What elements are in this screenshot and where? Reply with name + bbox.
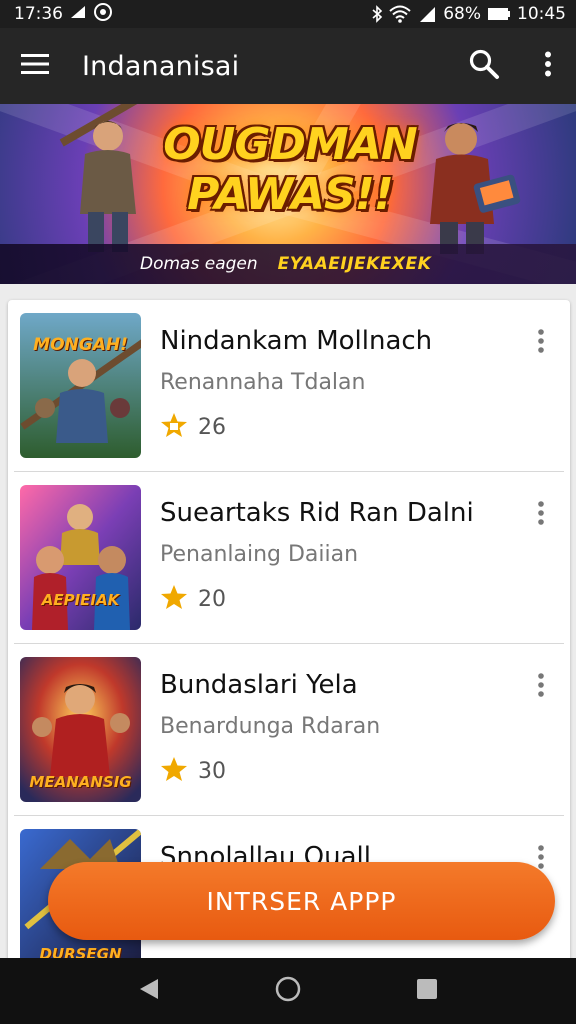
game-subtitle: Renannaha Tdalan: [160, 370, 366, 395]
game-subtitle: Benardunga Rdaran: [160, 714, 381, 739]
app-bar: Indananisai: [0, 28, 576, 104]
recents-square-icon: [416, 978, 438, 1004]
list-item[interactable]: MEANANSIG Bundaslari Yela Benardunga Rda…: [14, 644, 564, 816]
game-thumbnail: MONGAH!: [20, 313, 141, 458]
more-vert-icon: [537, 501, 545, 529]
thumbnail-caption: MONGAH!: [33, 335, 128, 355]
thumbnail-caption: AEPIEIAK: [41, 591, 120, 609]
cast-icon: [69, 4, 87, 25]
rating-value: 30: [198, 758, 226, 784]
star-icon: [160, 412, 188, 442]
wifi-icon: [389, 5, 411, 23]
game-rating: 26: [160, 412, 226, 442]
status-left: 17:36: [14, 2, 113, 27]
nav-home-button[interactable]: [258, 961, 318, 1021]
item-more-button[interactable]: [526, 672, 556, 702]
banner-subtitle: Domas eagen: [140, 254, 258, 274]
system-nav-bar: [0, 958, 576, 1024]
banner-title-line2: PAWAS!!: [187, 169, 394, 220]
game-title: Nindankam Mollnach: [160, 326, 433, 356]
thumbnail-caption: MEANANSIG: [29, 773, 132, 791]
status-bar: 17:36 68% 10:45: [0, 0, 576, 28]
overflow-menu-button[interactable]: [520, 28, 576, 104]
signal-icon: [417, 5, 437, 23]
rating-value: 26: [198, 414, 226, 440]
install-app-button[interactable]: INTRSER APPP: [48, 862, 555, 940]
hamburger-menu-icon: [21, 53, 49, 79]
game-rating: 30: [160, 756, 226, 786]
battery-icon: [487, 7, 511, 21]
item-more-button[interactable]: [526, 500, 556, 530]
more-vert-icon: [537, 673, 545, 701]
search-icon: [468, 48, 500, 84]
app-title: Indananisai: [82, 50, 240, 82]
list-item[interactable]: AEPIEIAK Sueartaks Rid Ran Dalni Penanla…: [14, 472, 564, 644]
game-subtitle: Penanlaing Daiian: [160, 542, 359, 567]
home-circle-icon: [275, 976, 301, 1006]
status-time-right: 10:45: [517, 4, 566, 24]
game-thumbnail: AEPIEIAK: [20, 485, 141, 630]
game-rating: 20: [160, 584, 226, 614]
star-icon: [160, 584, 188, 614]
game-title: Bundaslari Yela: [160, 670, 358, 700]
nav-back-button[interactable]: [119, 961, 179, 1021]
banner-title: OUGDMAN PAWAS!!: [140, 120, 440, 220]
menu-button[interactable]: [0, 28, 70, 104]
banner-tagline: EYAAEIJEKEXEK: [277, 254, 432, 274]
game-thumbnail: MEANANSIG: [20, 657, 141, 802]
more-vert-icon: [544, 51, 552, 81]
promo-banner[interactable]: OUGDMAN PAWAS!! Domas eagen EYAAEIJEKEXE…: [0, 104, 576, 284]
status-time-left: 17:36: [14, 4, 63, 24]
list-item[interactable]: MONGAH! Nindankam Mollnach Renannaha Tda…: [14, 300, 564, 472]
banner-title-line1: OUGDMAN: [163, 119, 417, 170]
item-more-button[interactable]: [526, 328, 556, 358]
bluetooth-icon: [371, 5, 383, 23]
nav-recents-button[interactable]: [397, 961, 457, 1021]
game-title: Sueartaks Rid Ran Dalni: [160, 498, 474, 528]
back-triangle-icon: [138, 977, 160, 1005]
search-button[interactable]: [454, 28, 514, 104]
rating-value: 20: [198, 586, 226, 612]
star-icon: [160, 756, 188, 786]
battery-percent: 68%: [443, 4, 481, 24]
more-vert-icon: [537, 329, 545, 357]
banner-caption-strip: Domas eagen EYAAEIJEKEXEK: [0, 244, 576, 284]
app-screen: 17:36 68% 10:45 Indananisai OUGDMAN PAWA…: [0, 0, 576, 1024]
status-right: 68% 10:45: [371, 4, 566, 24]
whatsapp-icon: [93, 2, 113, 27]
